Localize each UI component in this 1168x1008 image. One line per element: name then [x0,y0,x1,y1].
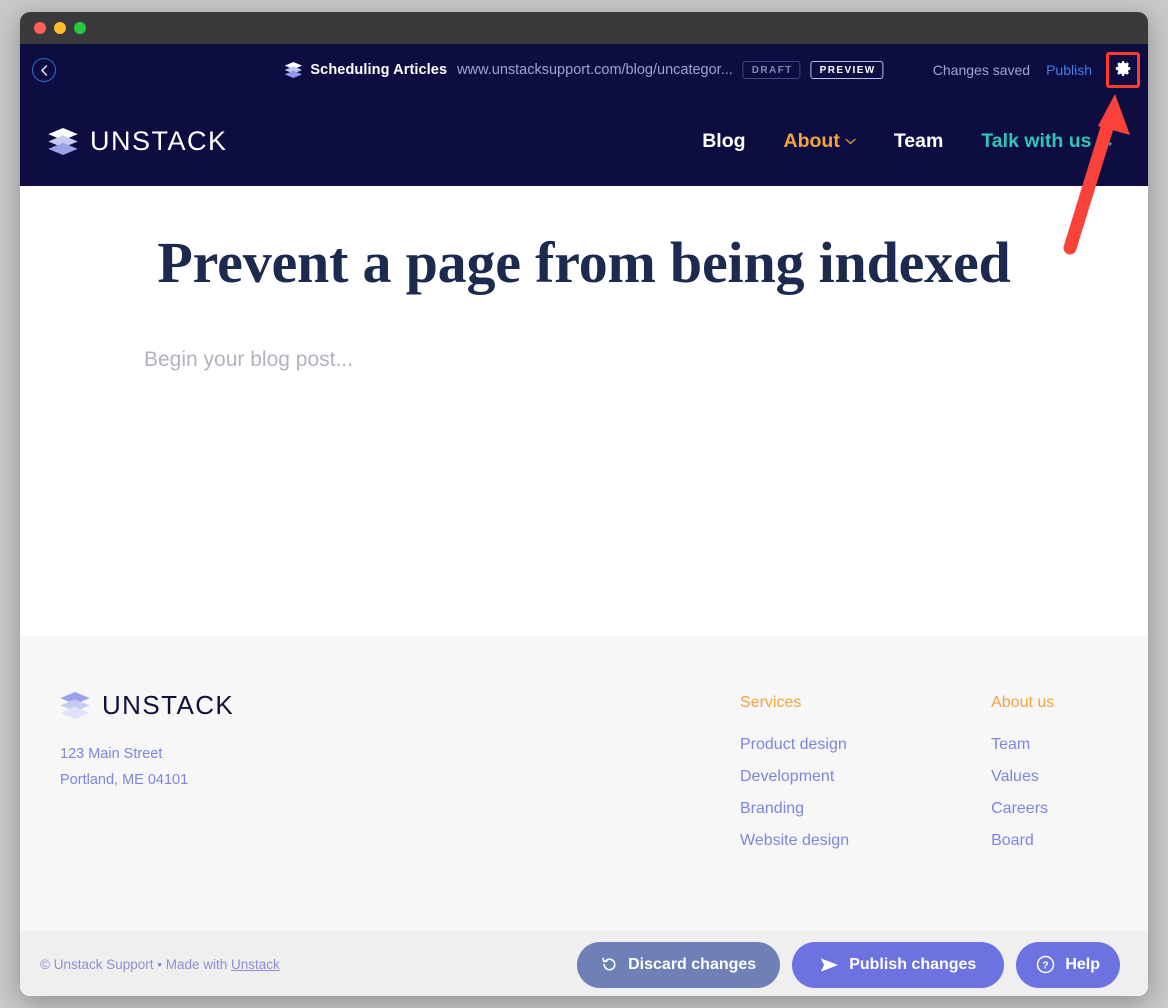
footer-column-services: Services Product design Development Bran… [740,694,849,931]
discard-changes-button[interactable]: Discard changes [577,942,780,988]
chevron-down-icon [845,138,856,145]
unstack-layers-icon [60,692,90,719]
nav-link-team[interactable]: Team [894,130,944,153]
nav-link-blog-label: Blog [702,130,745,153]
nav-link-talk-with-us-label: Talk with us [981,130,1091,153]
publish-changes-button[interactable]: Publish changes [792,942,1004,988]
footer-link-product-design[interactable]: Product design [740,736,849,754]
editor-bottom-bar: © Unstack Support • Made with Unstack Di… [20,931,1148,996]
site-footer: UNSTACK 123 Main Street Portland, ME 041… [20,636,1148,931]
nav-link-team-label: Team [894,130,944,153]
window-maximize-button[interactable] [74,22,86,34]
paper-plane-icon [820,957,839,973]
footer-link-careers[interactable]: Careers [991,800,1054,818]
window-titlebar [20,12,1148,44]
window-close-button[interactable] [34,22,46,34]
address-line-2: Portland, ME 04101 [60,767,740,793]
page-url[interactable]: www.unstacksupport.com/blog/uncategor... [457,62,733,78]
address-line-1: 123 Main Street [60,741,740,767]
footer-brand-name: UNSTACK [102,690,234,721]
made-with-unstack-link[interactable]: Unstack [231,957,280,972]
nav-link-about[interactable]: About [784,130,856,153]
settings-gear-button[interactable] [1108,55,1138,85]
site-identity[interactable]: Scheduling Articles [284,62,447,78]
gear-icon [1115,60,1132,80]
help-button[interactable]: ? Help [1016,942,1120,988]
footer-logo[interactable]: UNSTACK [60,690,740,721]
unstack-layers-icon [48,128,78,155]
footer-link-board[interactable]: Board [991,832,1054,850]
footer-link-development[interactable]: Development [740,768,849,786]
question-circle-icon: ? [1036,955,1055,974]
footer-link-columns: Services Product design Development Bran… [740,690,1054,931]
copyright-text: © Unstack Support • Made with Unstack [40,957,280,972]
footer-link-team[interactable]: Team [991,736,1054,754]
footer-address: 123 Main Street Portland, ME 04101 [60,741,740,793]
article-title[interactable]: Prevent a page from being indexed [120,228,1048,298]
editor-top-bar: Scheduling Articles www.unstacksupport.c… [20,44,1148,96]
footer-link-branding[interactable]: Branding [740,800,849,818]
footer-column-about-us: About us Team Values Careers Board [991,694,1054,931]
article-canvas: Prevent a page from being indexed Begin … [20,186,1148,636]
editor-bar-right: Changes saved Publish [933,55,1138,85]
footer-link-values[interactable]: Values [991,768,1054,786]
unstack-layers-icon [284,62,302,78]
editor-action-buttons: Discard changes Publish changes ? He [577,942,1120,988]
nav-link-blog[interactable]: Blog [702,130,745,153]
arrow-right-icon: → [1097,130,1117,153]
site-logo[interactable]: UNSTACK [48,126,228,157]
nav-link-talk-with-us[interactable]: Talk with us → [981,130,1116,153]
save-status: Changes saved [933,62,1030,78]
browser-window: Scheduling Articles www.unstacksupport.c… [20,12,1148,996]
preview-badge[interactable]: PREVIEW [811,61,884,79]
footer-left: UNSTACK 123 Main Street Portland, ME 041… [40,690,740,931]
undo-icon [601,956,618,973]
back-button[interactable] [32,58,56,82]
publish-link[interactable]: Publish [1046,62,1092,78]
footer-column-heading: About us [991,694,1054,712]
site-name: Scheduling Articles [310,62,447,78]
chevron-left-icon [40,65,48,76]
window-minimize-button[interactable] [54,22,66,34]
footer-column-heading: Services [740,694,849,712]
nav-links: Blog About Team Talk with us → [702,130,1126,153]
copyright-prefix: © Unstack Support • Made with [40,957,231,972]
svg-text:?: ? [1043,961,1049,972]
help-label: Help [1065,956,1100,974]
footer-link-website-design[interactable]: Website design [740,832,849,850]
article-body-placeholder[interactable]: Begin your blog post... [120,348,1048,372]
publish-changes-label: Publish changes [849,956,976,974]
draft-badge[interactable]: DRAFT [743,61,801,79]
site-brand-name: UNSTACK [90,126,228,157]
editor-bar-center: Scheduling Articles www.unstacksupport.c… [284,61,883,79]
nav-link-about-label: About [784,130,840,153]
discard-changes-label: Discard changes [628,956,756,974]
site-navigation: UNSTACK Blog About Team Talk with us → [20,96,1148,186]
